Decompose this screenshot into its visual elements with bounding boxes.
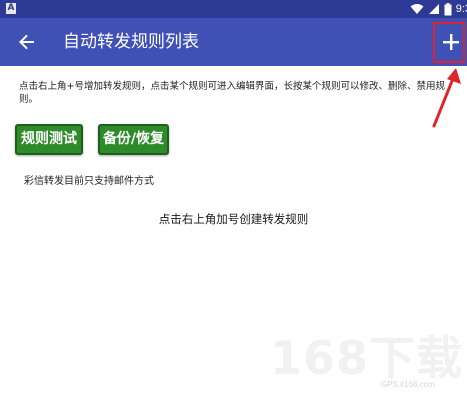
status-bar: A 9:3	[0, 0, 467, 18]
instructions-text: 点击右上角+号增加转发规则，点击某个规则可进入编辑界面，长按某个规则可以修改、删…	[19, 81, 445, 105]
notification-badge-icon: A	[6, 3, 16, 14]
rule-test-button[interactable]: 规则测试	[15, 124, 83, 155]
status-icons: 9:3	[410, 0, 467, 18]
watermark-url: GPS.it168.com	[381, 380, 435, 389]
wifi-icon	[410, 4, 424, 14]
battery-icon	[444, 2, 452, 15]
back-arrow-icon[interactable]	[15, 30, 39, 54]
add-button-highlight-box	[433, 22, 465, 63]
backup-restore-button[interactable]: 备份/恢复	[98, 124, 169, 155]
app-bar: 自动转发规则列表	[0, 18, 467, 66]
page-title: 自动转发规则列表	[63, 32, 199, 52]
empty-list-hint: 点击右上角加号创建转发规则	[158, 212, 309, 226]
status-time: 9:3	[455, 3, 467, 15]
signal-icon	[428, 4, 439, 14]
mms-note-text: 彩信转发目前只支持邮件方式	[24, 176, 154, 187]
watermark-logo: 168下载	[270, 331, 464, 385]
